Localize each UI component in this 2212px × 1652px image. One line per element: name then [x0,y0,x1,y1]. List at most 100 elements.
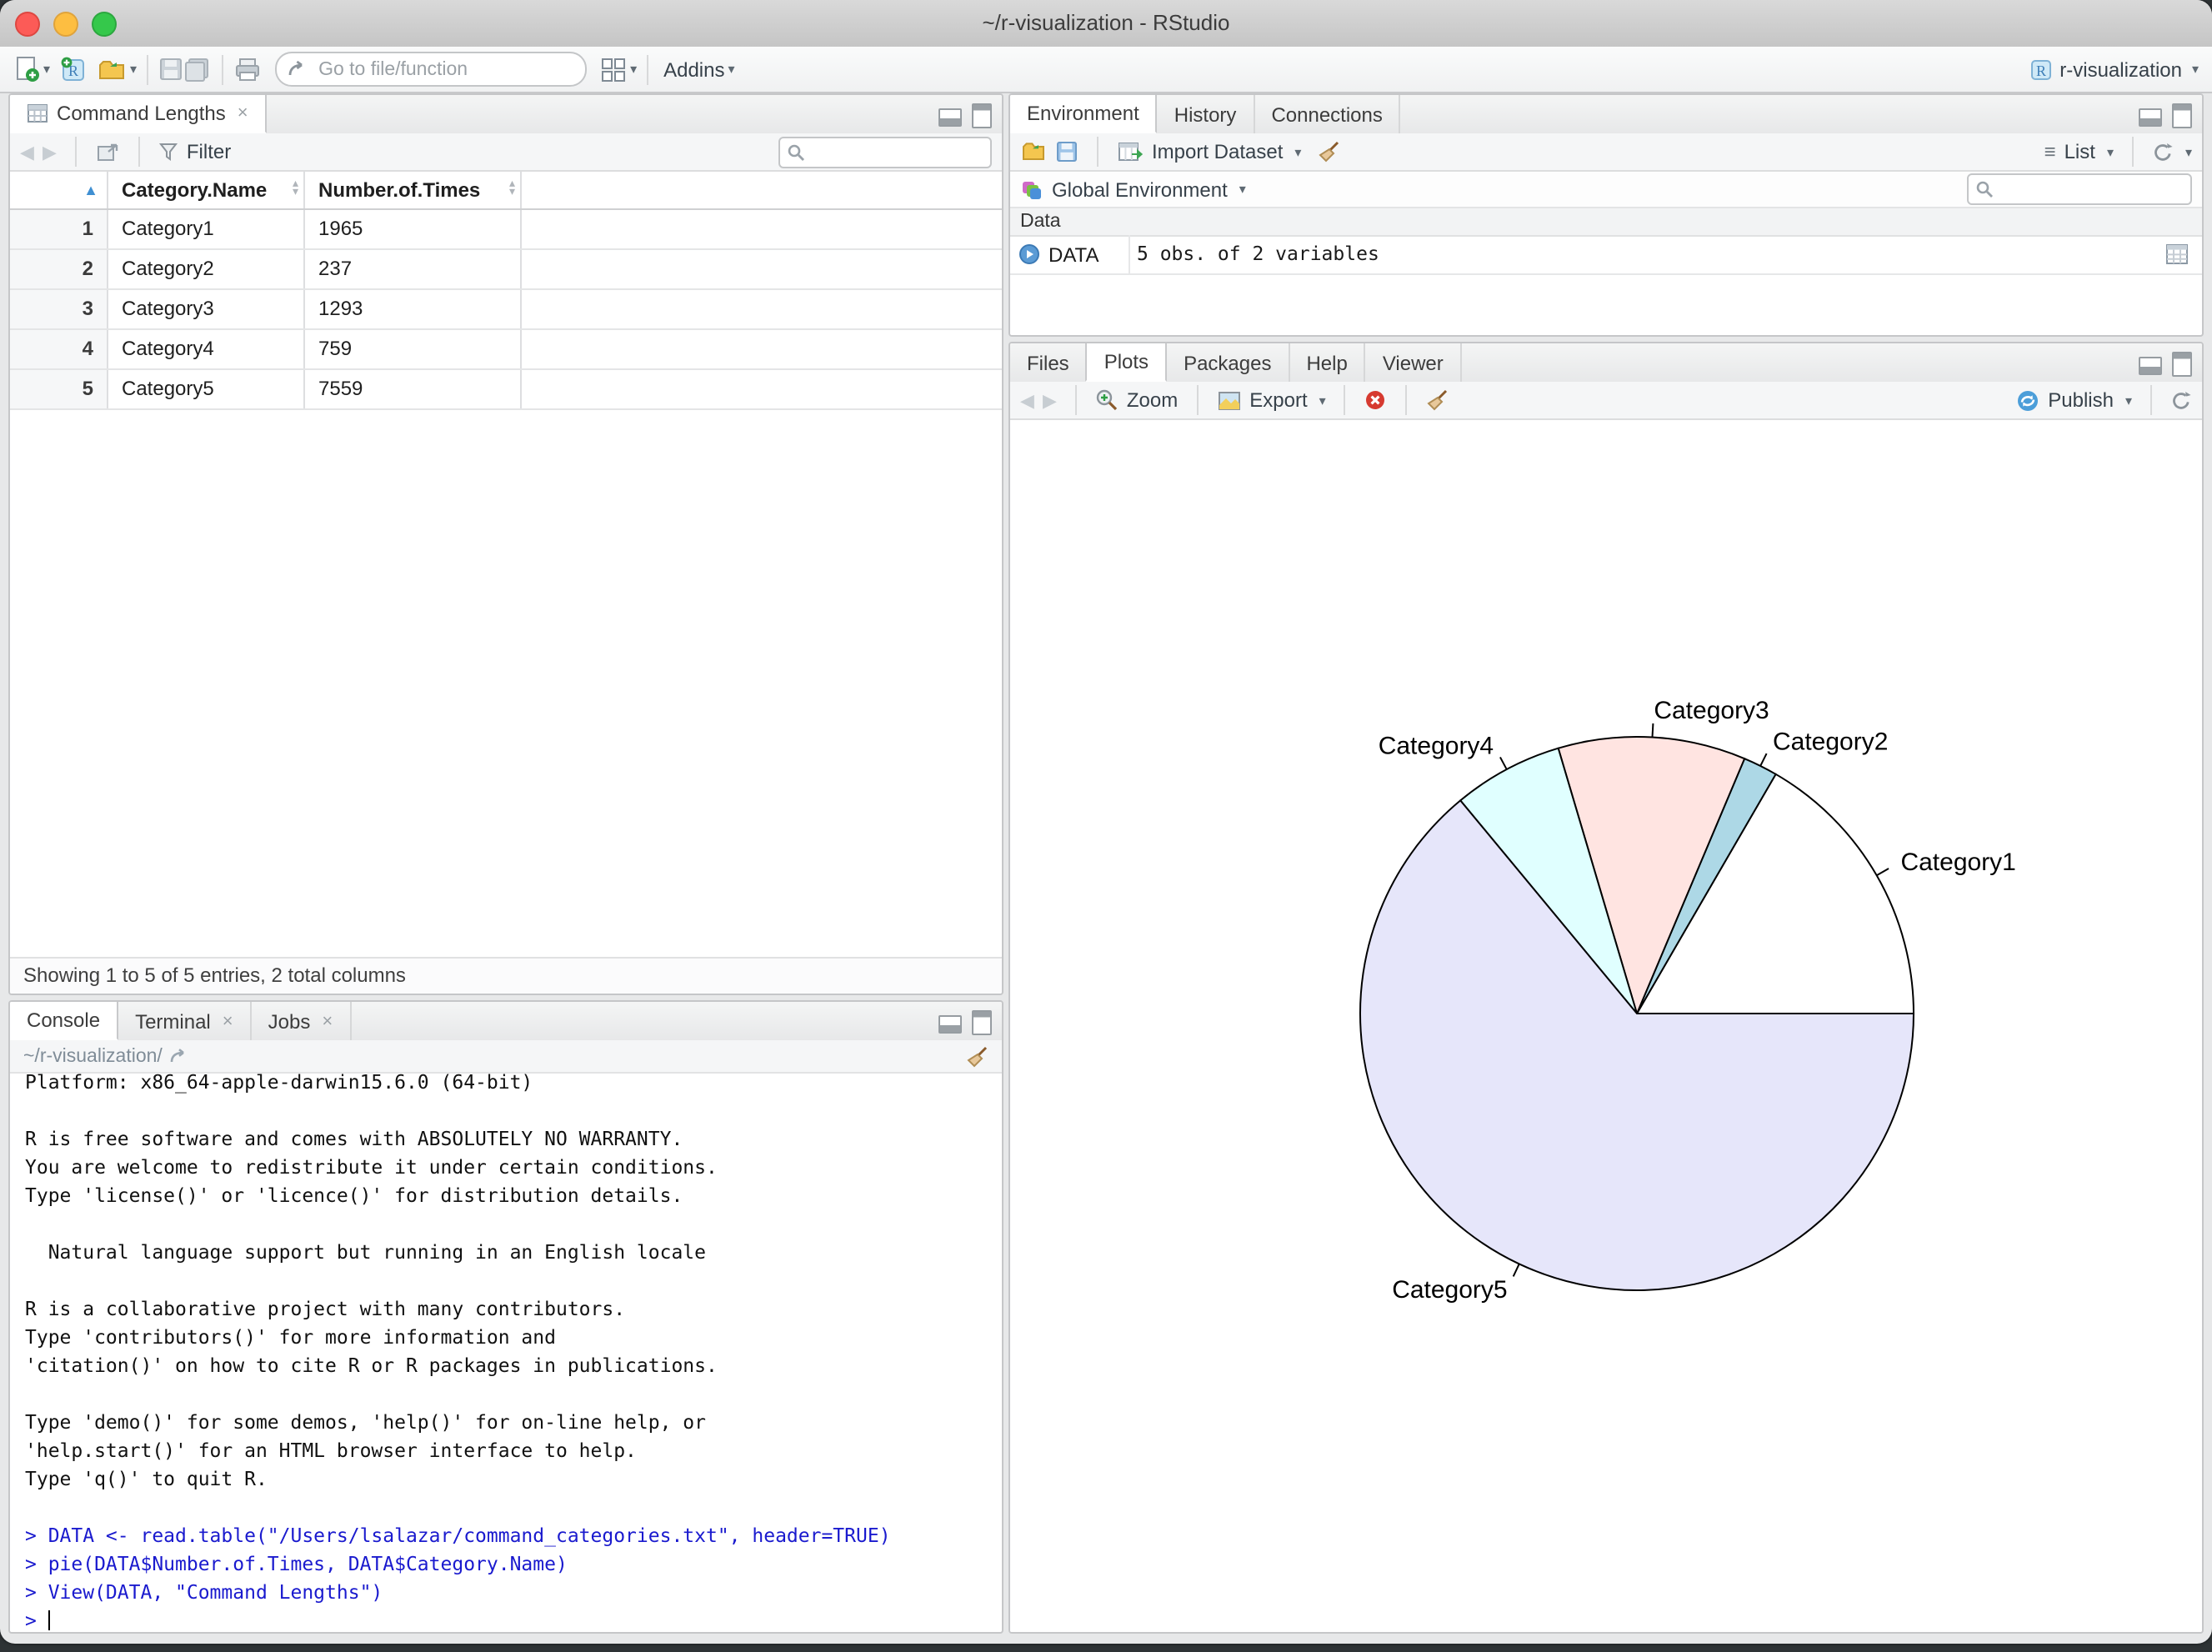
import-dataset-button[interactable]: Import Dataset [1152,140,1283,163]
column-sort-icon[interactable]: ▴ ▾ [509,172,515,198]
open-file-icon[interactable] [97,56,127,83]
table-cell: Category3 [108,290,305,328]
new-project-icon[interactable]: R [58,55,88,83]
goto-file-input[interactable] [315,58,579,81]
zoom-plot-button[interactable]: Zoom [1127,388,1178,412]
tab-console[interactable]: Console [10,1002,119,1040]
tab-label: Packages [1184,351,1272,374]
view-table-icon[interactable] [2165,243,2189,265]
export-plot-button[interactable]: Export [1249,388,1307,412]
expand-object-icon[interactable] [1018,243,1040,265]
goto-file-box [275,52,588,87]
tab-terminal[interactable]: Terminal × [118,1002,252,1040]
table-row[interactable]: 5 Category5 7559 [10,370,1002,410]
console-line: Platform: x86_64-apple-darwin15.6.0 (64-… [25,1074,533,1094]
addins-caret[interactable]: ▾ [728,62,735,77]
refresh-icon[interactable] [2152,141,2174,163]
tab-command-lengths[interactable]: Command Lengths × [10,95,267,133]
project-caret: ▾ [2191,62,2199,77]
viewer-search-input[interactable] [810,140,983,163]
save-all-icon[interactable] [183,57,212,82]
publish-button[interactable]: Publish [2048,388,2114,412]
pane-layout-icon[interactable] [600,56,627,83]
table-cell: Category1 [108,210,305,248]
clear-console-icon[interactable] [965,1044,988,1068]
refresh-caret[interactable]: ▾ [2185,144,2192,159]
table-row[interactable]: 1 Category1 1965 [10,210,1002,250]
tab-packages[interactable]: Packages [1167,343,1290,382]
tab-help[interactable]: Help [1289,343,1366,382]
export-caret[interactable]: ▾ [1319,393,1326,408]
pane-layout-caret[interactable]: ▾ [630,62,637,77]
tab-environment[interactable]: Environment [1010,95,1158,133]
column-sort-icon[interactable]: ▴ ▾ [293,172,298,198]
minimize-pane-icon[interactable] [2139,357,2162,375]
pie-label-tick [1512,1264,1520,1277]
maximize-pane-icon[interactable] [2172,103,2192,128]
clear-environment-icon[interactable] [1316,140,1339,163]
tab-label: Environment [1027,102,1139,125]
close-icon[interactable]: × [223,1011,233,1031]
row-number-header[interactable]: ▲ [10,172,108,208]
tab-viewer[interactable]: Viewer [1366,343,1462,382]
back-icon[interactable]: ◀ [20,141,34,163]
column-header-number-of-times[interactable]: Number.of.Times ▴ ▾ [305,172,522,208]
table-cell: 2 [10,250,108,288]
minimize-pane-icon[interactable] [2139,108,2162,127]
close-icon[interactable]: × [322,1011,333,1031]
forward-icon[interactable]: ▶ [43,141,57,163]
remove-plot-icon[interactable] [1364,388,1388,412]
tab-connections[interactable]: Connections [1254,95,1401,133]
open-file-caret[interactable]: ▾ [130,62,137,77]
maximize-pane-icon[interactable] [2172,352,2192,377]
new-file-caret[interactable]: ▾ [43,62,50,77]
tab-plots[interactable]: Plots [1085,343,1168,382]
maximize-pane-icon[interactable] [972,1010,992,1035]
tab-label: Jobs [268,1009,311,1033]
previous-plot-icon[interactable]: ◀ [1020,389,1034,411]
next-plot-icon[interactable]: ▶ [1043,389,1057,411]
tab-history[interactable]: History [1158,95,1255,133]
tab-label: Command Lengths [57,102,226,125]
table-row[interactable]: 3 Category3 1293 [10,290,1002,330]
addins-button[interactable]: Addins [663,58,724,81]
sort-ascending-icon: ▲ [83,182,98,198]
print-icon[interactable] [233,57,262,82]
environment-search-input[interactable] [1999,178,2184,201]
tab-label: Connections [1271,103,1383,126]
goto-directory-icon[interactable] [169,1047,191,1065]
global-environment-selector[interactable]: Global Environment [1052,178,1228,201]
rstudio-window: ~/r-visualization - RStudio ▾ R ▾ Go to … [0,0,2212,1652]
filter-button[interactable]: Filter [187,140,231,163]
table-row[interactable]: 4 Category4 759 [10,330,1002,370]
list-view-button[interactable]: List [2064,140,2095,163]
save-icon[interactable] [158,57,183,82]
open-in-new-window-icon[interactable] [95,141,120,163]
refresh-plot-icon[interactable] [2170,389,2192,411]
list-view-caret[interactable]: ▾ [2107,144,2114,159]
plot-canvas: Category1 Category2 Category3 Category4 Cate… [1010,422,2202,1632]
load-workspace-icon[interactable] [1020,140,1047,163]
import-dataset-caret[interactable]: ▾ [1294,144,1301,159]
environment-object-row[interactable]: DATA 5 obs. of 2 variables [1010,235,2202,275]
table-body: 1 Category1 1965 2 Category2 237 3 Category3 129… [10,210,1002,410]
save-workspace-icon[interactable] [1055,140,1078,163]
maximize-pane-icon[interactable] [972,103,992,128]
console-output[interactable]: Platform: x86_64-apple-darwin15.6.0 (64-… [10,1074,1002,1632]
list-view-icon: ≡ [2044,140,2056,163]
tab-jobs[interactable]: Jobs × [252,1002,352,1040]
pie-label: Category5 [1392,1276,1507,1304]
scope-caret[interactable]: ▾ [1239,182,1246,197]
minimize-pane-icon[interactable] [938,1015,962,1034]
table-row[interactable]: 2 Category2 237 [10,250,1002,290]
clear-plots-icon[interactable] [1426,388,1449,412]
project-menu[interactable]: R r-visualization ▾ [2028,56,2199,83]
table-cell: 1965 [305,210,522,248]
column-header-category-name[interactable]: Category.Name ▴ ▾ [108,172,305,208]
close-icon[interactable]: × [238,103,248,123]
publish-caret[interactable]: ▾ [2125,393,2132,408]
tab-files[interactable]: Files [1010,343,1088,382]
new-file-icon[interactable] [13,55,40,83]
minimize-pane-icon[interactable] [938,108,962,127]
